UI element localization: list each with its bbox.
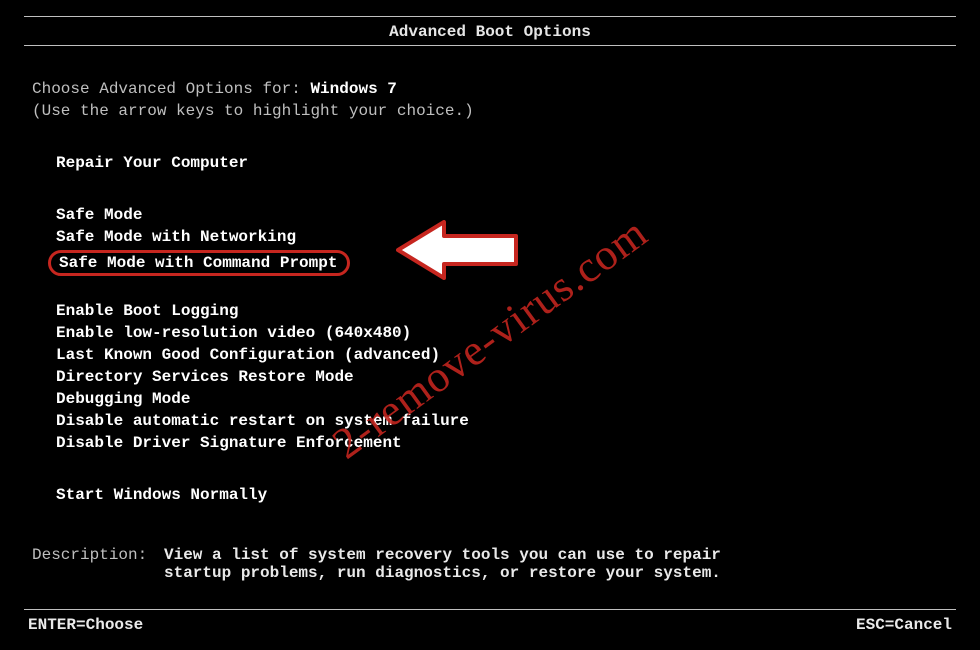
option-enable-boot-logging[interactable]: Enable Boot Logging	[56, 300, 948, 322]
footer-esc: ESC=Cancel	[856, 616, 952, 634]
description-row: Description: View a list of system recov…	[32, 506, 948, 582]
option-disable-driver-sig[interactable]: Disable Driver Signature Enforcement	[56, 432, 948, 454]
os-name: Windows 7	[310, 80, 396, 98]
annotation-arrow-icon	[392, 214, 522, 286]
page-title: Advanced Boot Options	[24, 17, 956, 45]
option-disable-auto-restart[interactable]: Disable automatic restart on system fail…	[56, 410, 948, 432]
choose-prefix: Choose Advanced Options for:	[32, 80, 310, 98]
description-text: View a list of system recovery tools you…	[164, 546, 724, 582]
hint-line: (Use the arrow keys to highlight your ch…	[32, 100, 948, 122]
option-debugging-mode[interactable]: Debugging Mode	[56, 388, 948, 410]
option-repair-your-computer[interactable]: Repair Your Computer	[56, 152, 948, 174]
description-label: Description:	[32, 546, 164, 582]
option-start-normally[interactable]: Start Windows Normally	[56, 484, 948, 506]
option-low-res-video[interactable]: Enable low-resolution video (640x480)	[56, 322, 948, 344]
choose-line: Choose Advanced Options for: Windows 7	[32, 78, 948, 100]
option-ds-restore-mode[interactable]: Directory Services Restore Mode	[56, 366, 948, 388]
option-safe-mode-cmd[interactable]: Safe Mode with Command Prompt	[48, 250, 350, 276]
option-last-known-good[interactable]: Last Known Good Configuration (advanced)	[56, 344, 948, 366]
footer-enter: ENTER=Choose	[28, 616, 143, 634]
